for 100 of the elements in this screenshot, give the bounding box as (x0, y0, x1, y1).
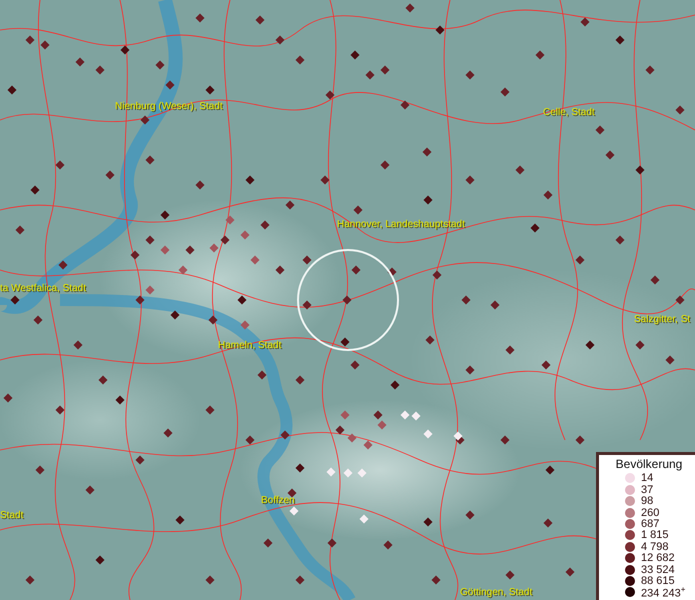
population-marker (166, 80, 174, 90)
population-marker (286, 200, 294, 210)
population-marker (390, 380, 400, 390)
population-marker (676, 106, 684, 114)
population-marker (490, 300, 500, 310)
population-marker (358, 468, 366, 478)
population-marker (296, 464, 304, 472)
population-marker (98, 376, 108, 384)
population-marker (462, 296, 470, 304)
population-marker (506, 570, 514, 580)
legend-value: 687 (641, 518, 660, 530)
population-marker (586, 340, 594, 350)
population-marker (250, 256, 260, 264)
population-marker (544, 518, 552, 528)
population-marker (208, 316, 218, 324)
population-marker (130, 250, 140, 260)
map-view[interactable] (0, 0, 695, 600)
population-marker (296, 56, 304, 64)
population-marker (500, 436, 510, 444)
population-marker (340, 338, 350, 346)
population-marker (220, 236, 230, 244)
population-marker (56, 160, 64, 170)
place-label: Boffzen (261, 495, 295, 507)
population-marker (210, 244, 218, 252)
legend-value: 14 (641, 472, 654, 484)
population-marker (352, 266, 360, 274)
population-marker (164, 428, 172, 438)
population-marker (422, 148, 432, 156)
population-marker (96, 66, 104, 74)
population-marker (366, 70, 374, 80)
population-marker (302, 256, 312, 264)
population-marker (76, 58, 84, 66)
legend-value: 88 615 (641, 574, 675, 587)
population-marker (40, 40, 50, 50)
population-marker (4, 394, 12, 402)
population-marker (186, 246, 194, 254)
population-marker (340, 410, 350, 420)
population-marker (616, 236, 624, 244)
legend-value: 98 (641, 495, 654, 508)
population-marker (146, 286, 154, 294)
population-marker (432, 576, 440, 584)
population-marker (56, 406, 64, 414)
population-marker (34, 316, 42, 324)
population-marker (16, 226, 24, 234)
population-marker (544, 190, 552, 200)
population-marker (466, 176, 474, 184)
population-marker (280, 430, 290, 440)
population-marker (240, 320, 250, 330)
population-marker (160, 210, 170, 220)
legend-value: 260 (641, 506, 660, 519)
population-marker (676, 296, 684, 304)
population-marker (226, 216, 234, 224)
population-marker (466, 510, 474, 520)
population-marker (120, 46, 130, 54)
population-marker (26, 576, 34, 584)
place-label: Salzgitter, St (634, 314, 690, 326)
population-marker (36, 466, 44, 474)
population-marker (400, 410, 410, 420)
population-marker (136, 456, 144, 464)
population-marker (296, 376, 304, 384)
legend-value: 234 243$^{+}$ (641, 584, 686, 600)
population-marker (666, 356, 674, 364)
population-marker (350, 360, 360, 370)
population-marker (336, 426, 344, 434)
population-marker (354, 206, 362, 214)
population-marker (206, 576, 214, 584)
population-marker (378, 420, 386, 430)
population-marker (546, 466, 554, 474)
population-marker (424, 518, 432, 526)
population-marker (348, 434, 356, 442)
population-marker (400, 100, 410, 110)
population-marker (320, 176, 330, 184)
population-marker (380, 66, 390, 74)
population-marker (516, 166, 524, 174)
legend-value: 1 815 (641, 529, 669, 542)
population-marker (412, 412, 420, 420)
population-marker (530, 224, 540, 232)
population-marker (296, 576, 304, 584)
population-marker (424, 430, 432, 438)
population-marker (26, 36, 34, 44)
population-marker (96, 556, 104, 564)
population-marker (160, 246, 170, 254)
population-marker (264, 538, 272, 548)
population-marker (344, 468, 352, 478)
population-marker (170, 310, 180, 320)
population-marker (146, 156, 154, 164)
population-marker (342, 296, 352, 304)
population-marker (30, 186, 40, 194)
population-marker (388, 268, 396, 276)
population-marker (436, 26, 444, 34)
population-marker (328, 538, 336, 548)
population-marker (536, 50, 544, 60)
population-marker (326, 468, 336, 476)
population-marker (636, 166, 644, 174)
population-marker (350, 50, 360, 60)
population-marker (290, 506, 298, 516)
population-marker (426, 336, 434, 344)
legend-value: 12 682 (641, 552, 675, 564)
population-marker (580, 18, 590, 26)
population-marker (256, 16, 264, 24)
